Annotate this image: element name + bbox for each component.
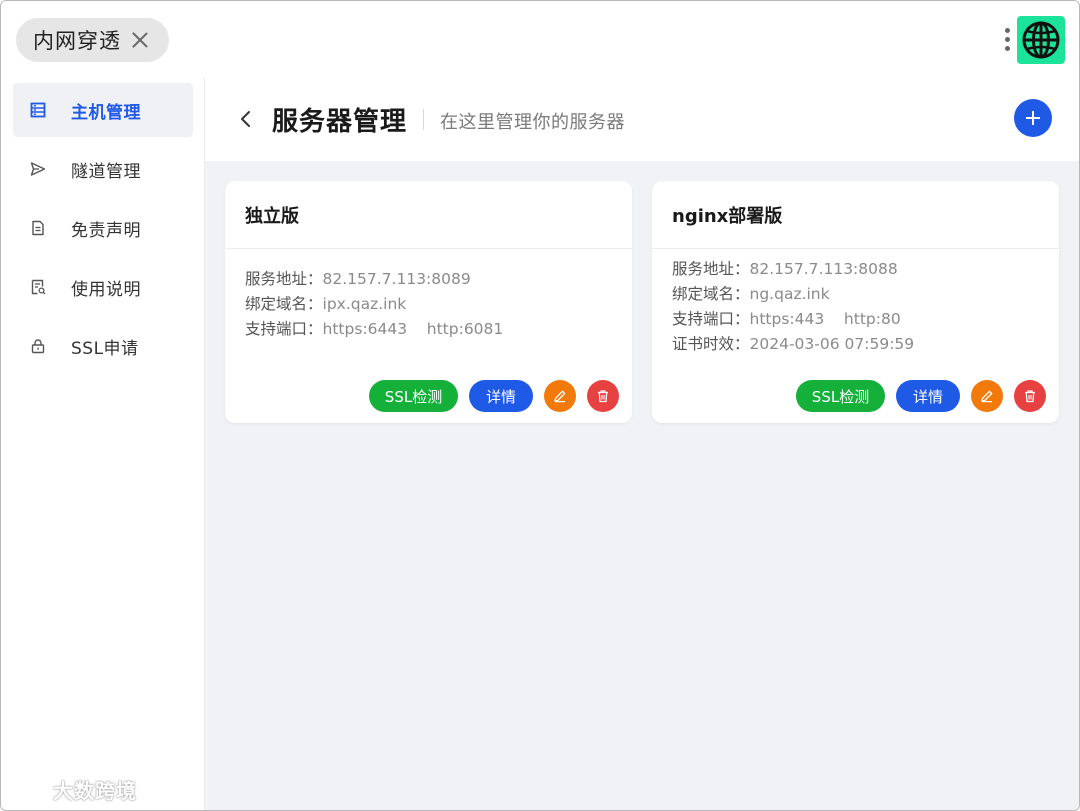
page-header: 服务器管理 在这里管理你的服务器 — [205, 77, 1079, 161]
title-divider — [423, 109, 424, 130]
info-key: 绑定域名： — [672, 285, 750, 303]
card-actions: SSL检测 详情 — [785, 380, 1046, 412]
info-key: 服务地址： — [672, 260, 750, 278]
info-key: 支持端口： — [245, 320, 323, 338]
info-value: https:6443 http:6081 — [322, 320, 504, 338]
sidebar-item-tunnel-management[interactable]: 隧道管理 — [13, 142, 193, 196]
trash-icon — [598, 390, 608, 403]
sidebar-item-label: SSL申请 — [71, 338, 139, 359]
pencil-icon — [554, 390, 566, 403]
card-title: 独立版 — [245, 205, 299, 227]
app-tab-label: 内网穿透 — [33, 29, 121, 53]
main-content: 服务器管理 在这里管理你的服务器 独立版 服务地址：82.157.7.113:8… — [205, 77, 1079, 810]
info-key: 证书时效： — [672, 335, 750, 353]
sidebar-item-label: 使用说明 — [71, 279, 141, 300]
sidebar-item-label: 主机管理 — [71, 102, 141, 123]
app-window: 内网穿透 主机管理 隧道管理 免责声明 使用说明 SSL申请 大数跨境 服务器管… — [0, 0, 1080, 811]
close-icon[interactable] — [131, 31, 149, 49]
sidebar-item-usage-guide[interactable]: 使用说明 — [13, 260, 193, 314]
info-value: ng.qaz.ink — [749, 285, 830, 303]
add-server-button[interactable] — [1014, 99, 1052, 137]
server-card: 独立版 服务地址：82.157.7.113:8089 绑定域名：ipx.qaz.… — [225, 181, 632, 423]
server-list-icon — [29, 101, 47, 119]
card-title: nginx部署版 — [672, 205, 783, 227]
info-key: 绑定域名： — [245, 295, 323, 313]
info-value: https:443 http:80 — [749, 310, 901, 328]
info-row: 证书时效：2024-03-06 07:59:59 — [672, 332, 1039, 357]
watermark: 大数跨境 — [9, 775, 137, 804]
card-actions: SSL检测 详情 — [358, 380, 619, 412]
plus-icon — [1026, 111, 1040, 125]
info-value: ipx.qaz.ink — [322, 295, 407, 313]
document-icon — [29, 219, 47, 237]
app-tab[interactable]: 内网穿透 — [16, 18, 169, 62]
card-body: 服务地址：82.157.7.113:8088 绑定域名：ng.qaz.ink 支… — [652, 249, 1059, 357]
send-icon — [29, 160, 47, 178]
back-arrow-icon[interactable] — [237, 108, 255, 130]
server-card: nginx部署版 服务地址：82.157.7.113:8088 绑定域名：ng.… — [652, 181, 1059, 423]
ssl-check-button[interactable]: SSL检测 — [369, 380, 458, 412]
info-value: 2024-03-06 07:59:59 — [749, 335, 915, 353]
details-button[interactable]: 详情 — [469, 380, 533, 412]
sidebar-item-label: 隧道管理 — [71, 161, 141, 182]
watermark-logo-icon — [11, 779, 47, 798]
sidebar-item-ssl-apply[interactable]: SSL申请 — [13, 319, 193, 373]
lock-icon — [29, 337, 47, 355]
page-title: 服务器管理 — [272, 107, 408, 137]
info-row: 支持端口：https:6443 http:6081 — [245, 317, 612, 342]
info-row: 支持端口：https:443 http:80 — [672, 307, 1039, 332]
sidebar-item-label: 免责声明 — [71, 220, 141, 241]
guide-icon — [29, 278, 47, 296]
card-header: 独立版 — [225, 181, 632, 249]
card-header: nginx部署版 — [652, 181, 1059, 249]
info-key: 服务地址： — [245, 270, 323, 288]
info-value: 82.157.7.113:8088 — [749, 260, 898, 278]
info-row: 服务地址：82.157.7.113:8089 — [245, 267, 612, 292]
info-row: 绑定域名：ipx.qaz.ink — [245, 292, 612, 317]
more-menu-icon[interactable] — [1001, 25, 1013, 55]
watermark-text: 大数跨境 — [53, 779, 137, 803]
delete-button[interactable] — [587, 380, 619, 412]
page-subtitle: 在这里管理你的服务器 — [440, 112, 625, 133]
edit-button[interactable] — [971, 380, 1003, 412]
pencil-icon — [981, 390, 993, 403]
sidebar: 主机管理 隧道管理 免责声明 使用说明 SSL申请 — [1, 77, 205, 810]
delete-button[interactable] — [1014, 380, 1046, 412]
trash-icon — [1025, 390, 1035, 403]
top-bar: 内网穿透 — [1, 1, 1079, 77]
info-row: 服务地址：82.157.7.113:8088 — [672, 257, 1039, 282]
info-value: 82.157.7.113:8089 — [322, 270, 471, 288]
info-key: 支持端口： — [672, 310, 750, 328]
ssl-check-button[interactable]: SSL检测 — [796, 380, 885, 412]
sidebar-item-host-management[interactable]: 主机管理 — [13, 83, 193, 137]
sidebar-item-disclaimer[interactable]: 免责声明 — [13, 201, 193, 255]
edit-button[interactable] — [544, 380, 576, 412]
details-button[interactable]: 详情 — [896, 380, 960, 412]
globe-icon — [1022, 21, 1060, 59]
globe-button[interactable] — [1017, 16, 1065, 64]
info-row: 绑定域名：ng.qaz.ink — [672, 282, 1039, 307]
card-body: 服务地址：82.157.7.113:8089 绑定域名：ipx.qaz.ink … — [225, 249, 632, 342]
